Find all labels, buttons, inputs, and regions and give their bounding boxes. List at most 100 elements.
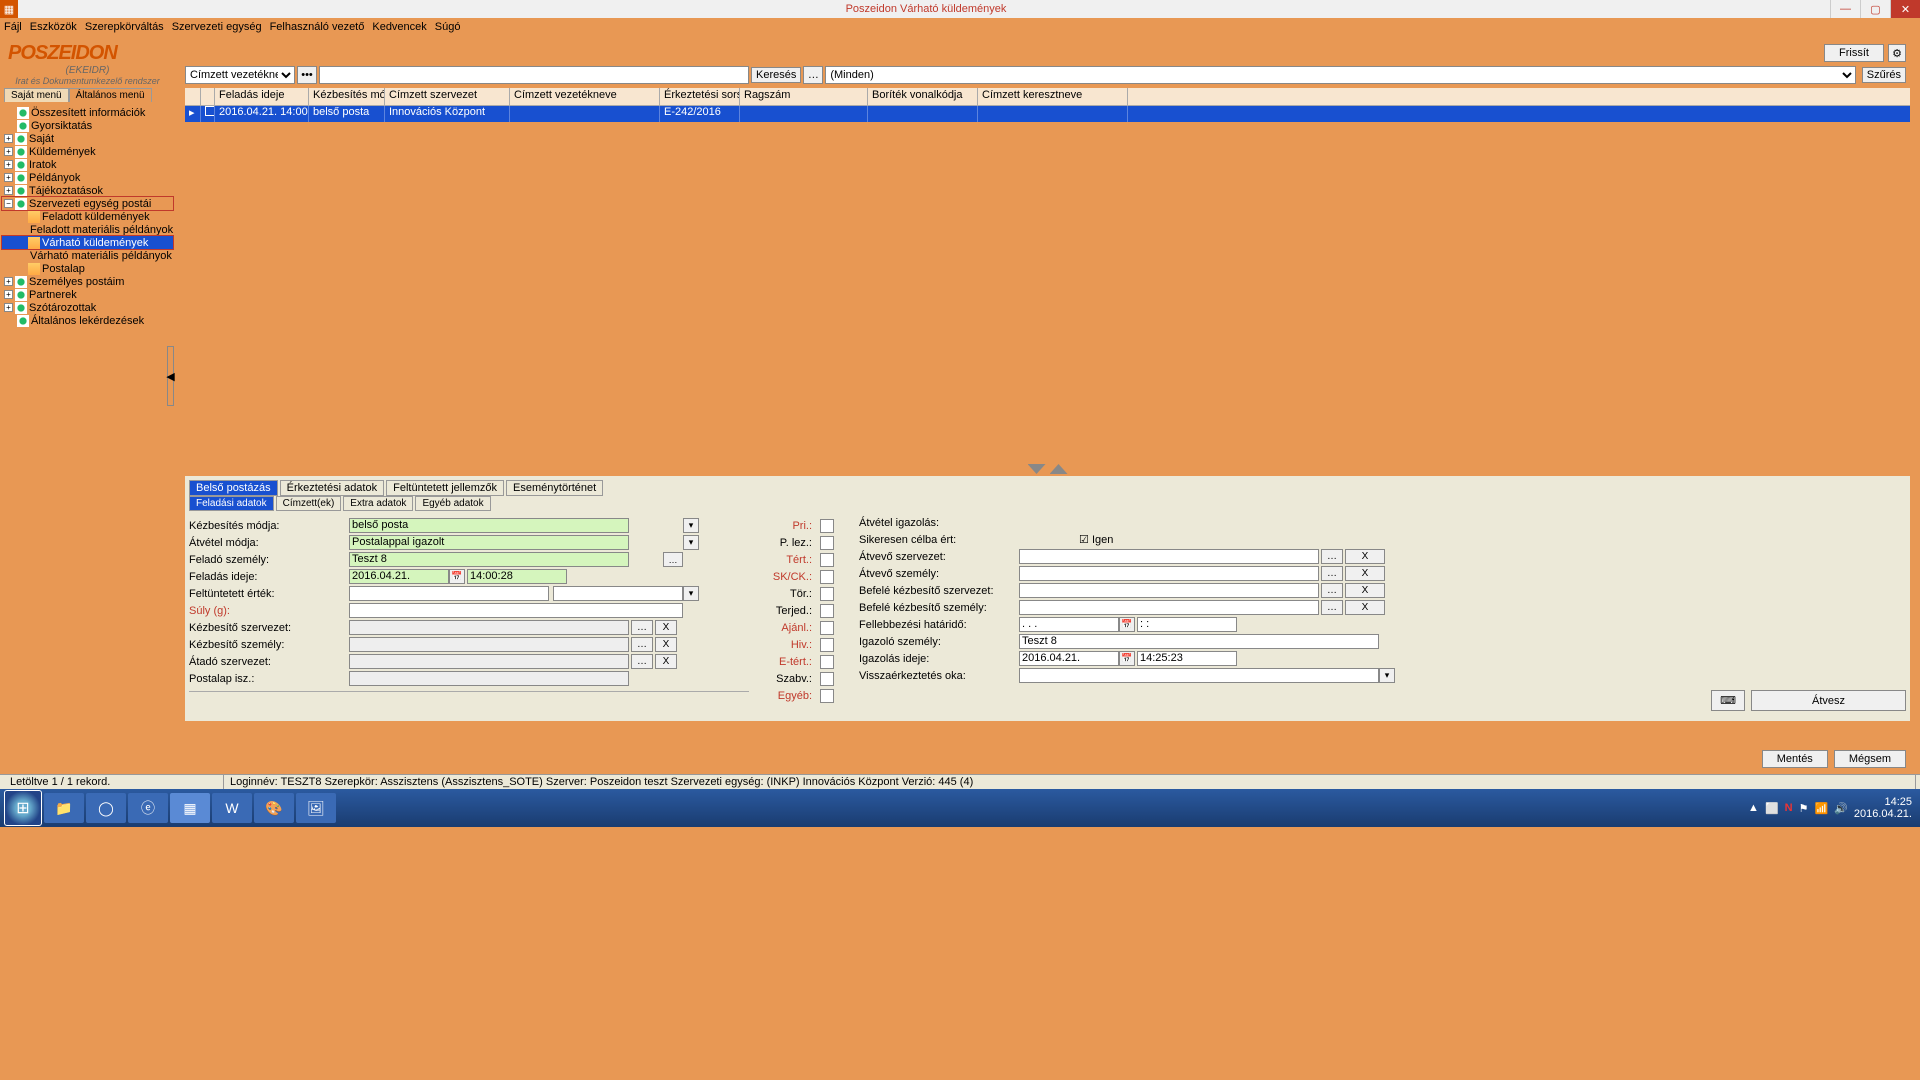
dropdown-icon[interactable]: ▾ xyxy=(683,535,699,550)
fld-kezbszem[interactable] xyxy=(349,637,629,652)
more-icon[interactable]: … xyxy=(1321,566,1343,581)
minimize-button[interactable]: — xyxy=(1830,0,1860,18)
clear-button[interactable]: X xyxy=(1345,583,1385,598)
clear-button[interactable]: X xyxy=(655,620,677,635)
fld-felleb-t[interactable]: : : xyxy=(1137,617,1237,632)
col-cimzett-szervezet[interactable]: Címzett szervezet xyxy=(385,88,510,105)
fld-postalap[interactable] xyxy=(349,671,629,686)
tree-kuldemenyek[interactable]: +Küldemények xyxy=(2,145,173,158)
clear-button[interactable]: X xyxy=(1345,600,1385,615)
tree-peldanyok[interactable]: +Példányok xyxy=(2,171,173,184)
chk-etert[interactable] xyxy=(820,655,834,669)
close-button[interactable]: ✕ xyxy=(1890,0,1920,18)
tree-tajekoztatasok[interactable]: +Tájékoztatások xyxy=(2,184,173,197)
collapse-icon[interactable]: − xyxy=(4,199,13,208)
more-icon[interactable]: … xyxy=(1321,583,1343,598)
tree-feladott-mat[interactable]: Feladott materiális példányok xyxy=(2,223,173,236)
tab-esemenytortenet[interactable]: Eseménytörténet xyxy=(506,480,603,496)
search-extra-button[interactable]: … xyxy=(803,66,823,84)
search-button[interactable]: Keresés xyxy=(751,67,801,83)
calendar-icon[interactable]: 📅 xyxy=(449,569,465,584)
tree-feladott-kuld[interactable]: Feladott küldemények xyxy=(2,210,173,223)
chk-ajanl[interactable] xyxy=(820,621,834,635)
expand-icon[interactable]: + xyxy=(4,134,13,143)
taskbar-photos[interactable]: 🖼 xyxy=(296,793,336,823)
tray-network-icon[interactable]: 📶 xyxy=(1814,802,1828,815)
col-erkeztetesi[interactable]: Érkeztetési sorszám xyxy=(660,88,740,105)
chk-szabv[interactable] xyxy=(820,672,834,686)
subtab-egyeb[interactable]: Egyéb adatok xyxy=(415,496,490,511)
tree-varhato-mat[interactable]: Várható materiális példányok xyxy=(2,249,173,262)
megsem-button[interactable]: Mégsem xyxy=(1834,750,1906,768)
fld-kezbszerv[interactable] xyxy=(349,620,629,635)
expand-icon[interactable]: + xyxy=(4,290,13,299)
system-tray[interactable]: ▲ ⬜ N ⚑ 📶 🔊 14:25 2016.04.21. xyxy=(1748,796,1916,820)
fld-felleb-d[interactable]: . . . xyxy=(1019,617,1119,632)
fld-suly[interactable] xyxy=(349,603,683,618)
fld-igszem[interactable]: Teszt 8 xyxy=(1019,634,1379,649)
tree-postalap[interactable]: Postalap xyxy=(2,262,173,275)
fld-atvszerv[interactable] xyxy=(1019,549,1319,564)
fld-feladas-time[interactable]: 14:00:28 xyxy=(467,569,567,584)
fld-bkszem[interactable] xyxy=(1019,600,1319,615)
more-icon[interactable]: … xyxy=(631,654,653,669)
menu-eszkozok[interactable]: Eszközök xyxy=(30,21,77,33)
menu-kedvencek[interactable]: Kedvencek xyxy=(372,21,426,33)
taskbar-chrome[interactable]: ◯ xyxy=(86,793,126,823)
tray-flag-icon[interactable]: ⚑ xyxy=(1799,802,1809,815)
tray-icon[interactable]: N xyxy=(1785,802,1793,814)
dropdown-icon[interactable]: ▾ xyxy=(683,518,699,533)
tree-iratok[interactable]: +Iratok xyxy=(2,158,173,171)
menu-szervezeti[interactable]: Szervezeti egység xyxy=(172,21,262,33)
refresh-button[interactable]: Frissít xyxy=(1824,44,1884,62)
fld-atado[interactable] xyxy=(349,654,629,669)
expand-icon[interactable]: + xyxy=(4,186,13,195)
chk-skck[interactable] xyxy=(820,570,834,584)
tree-varhato-kuld[interactable]: Várható küldemények xyxy=(2,236,173,249)
expand-icon[interactable]: + xyxy=(4,173,13,182)
subtab-cimzettek[interactable]: Címzett(ek) xyxy=(276,496,342,511)
more-icon[interactable]: … xyxy=(631,637,653,652)
taskbar-ie[interactable]: ⓔ xyxy=(128,793,168,823)
chk-hiv[interactable] xyxy=(820,638,834,652)
taskbar-word[interactable]: W xyxy=(212,793,252,823)
filter-select[interactable]: (Minden) xyxy=(825,66,1855,84)
taskbar-explorer[interactable]: 📁 xyxy=(44,793,84,823)
subtab-extra[interactable]: Extra adatok xyxy=(343,496,413,511)
subtab-feladasi[interactable]: Feladási adatok xyxy=(189,496,274,511)
tray-icon[interactable]: ▲ xyxy=(1748,802,1759,814)
fld-igido-t[interactable]: 14:25:23 xyxy=(1137,651,1237,666)
taskbar-clock[interactable]: 14:25 2016.04.21. xyxy=(1854,796,1916,820)
split-arrows[interactable] xyxy=(175,464,1920,474)
expand-icon[interactable]: + xyxy=(4,147,13,156)
chk-terjed[interactable] xyxy=(820,604,834,618)
col-feladas-ideje[interactable]: Feladás ideje xyxy=(215,88,309,105)
clear-button[interactable]: X xyxy=(1345,549,1385,564)
dropdown-icon[interactable]: ▾ xyxy=(1379,668,1395,683)
fld-bkszerv[interactable] xyxy=(1019,583,1319,598)
expand-icon[interactable]: + xyxy=(4,303,13,312)
start-button[interactable]: ⊞ xyxy=(4,790,42,826)
tray-icon[interactable]: ⬜ xyxy=(1765,802,1779,815)
keyboard-button[interactable]: ⌨ xyxy=(1711,690,1745,711)
menu-szerepkorvaltas[interactable]: Szerepkörváltás xyxy=(85,21,164,33)
menu-felhasznalo[interactable]: Felhasználó vezető xyxy=(270,21,365,33)
taskbar-poszeidon[interactable]: ▦ xyxy=(170,793,210,823)
chk-egyeb[interactable] xyxy=(820,689,834,703)
tree-gyorsiktatas[interactable]: Gyorsiktatás xyxy=(2,119,173,132)
tab-erkeztetesi[interactable]: Érkeztetési adatok xyxy=(280,480,385,496)
search-more-button[interactable]: ••• xyxy=(297,66,317,84)
chk-plez[interactable] xyxy=(820,536,834,550)
menu-fajl[interactable]: Fájl xyxy=(4,21,22,33)
fld-visszaok[interactable] xyxy=(1019,668,1379,683)
col-cimzett-vezeteknev[interactable]: Címzett vezetékneve xyxy=(510,88,660,105)
fld-atvszem[interactable] xyxy=(1019,566,1319,581)
tab-altalanos-menu[interactable]: Általános menü xyxy=(69,88,152,102)
tree-partnerek[interactable]: +Partnerek xyxy=(2,288,173,301)
clear-button[interactable]: X xyxy=(1345,566,1385,581)
tab-feltuntetett[interactable]: Feltüntetett jellemzők xyxy=(386,480,504,496)
clear-button[interactable]: X xyxy=(655,654,677,669)
expand-icon[interactable]: + xyxy=(4,277,13,286)
col-ragszam[interactable]: Ragszám xyxy=(740,88,868,105)
mentes-button[interactable]: Mentés xyxy=(1762,750,1828,768)
